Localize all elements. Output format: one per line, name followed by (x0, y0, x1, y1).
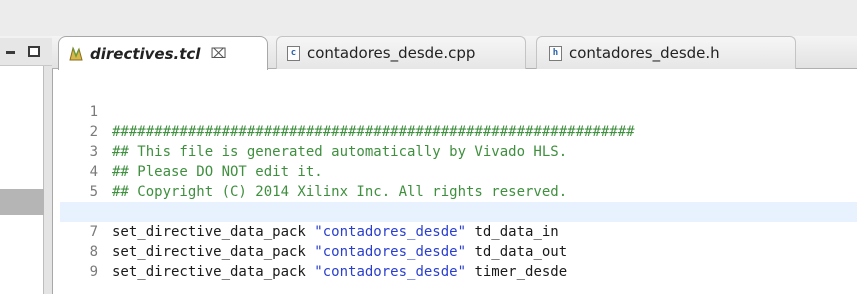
maximize-icon[interactable] (28, 46, 40, 57)
code-line: 8 set_directive_data_pack "contadores_de… (60, 222, 857, 280)
left-view-content[interactable] (0, 66, 44, 294)
code-line: 5 ######################################… (60, 162, 857, 220)
code-line: 6 set_directive_data_pack "contadores_de… (60, 182, 857, 240)
code-line: 3 ## Please DO NOT edit it. (60, 122, 857, 180)
code-line-current: 7 set_directive_data_pack "contadores_de… (60, 202, 857, 260)
code-argument: timer_desde (466, 264, 568, 280)
left-view-scrollbar[interactable] (44, 66, 52, 294)
tab-label: directives.tcl (90, 44, 201, 63)
editor-tab-bar: directives.tcl ⌧ c contadores_desde.cpp … (52, 36, 857, 70)
close-tab-icon[interactable]: ⌧ (210, 46, 226, 62)
header-file-icon: h (549, 45, 562, 61)
top-strip (0, 0, 857, 36)
code-line: 2 ## This file is generated automaticall… (60, 102, 857, 160)
cpp-file-icon: c (287, 45, 300, 61)
code-line: 4 ## Copyright (C) 2014 Xilinx Inc. All … (60, 142, 857, 200)
code-command: set_directive_data_pack (112, 264, 315, 280)
tab-directives-tcl[interactable]: directives.tcl ⌧ (58, 36, 268, 70)
minimize-icon[interactable] (6, 51, 15, 54)
code-line: 9 (60, 242, 857, 280)
tab-contadores-desde-cpp[interactable]: c contadores_desde.cpp (276, 36, 526, 69)
code-editor[interactable]: 1 ######################################… (60, 70, 857, 294)
code-string: "contadores_desde" (314, 264, 467, 280)
tab-label: contadores_desde.h (569, 44, 720, 62)
tab-label: contadores_desde.cpp (307, 44, 476, 62)
code-line: 1 ######################################… (60, 82, 857, 140)
line-number: 9 (89, 264, 98, 280)
left-view-selected-item[interactable] (0, 189, 44, 215)
left-view-controls (0, 38, 52, 66)
tcl-file-icon (67, 45, 85, 63)
tab-contadores-desde-h[interactable]: h contadores_desde.h (536, 36, 796, 69)
